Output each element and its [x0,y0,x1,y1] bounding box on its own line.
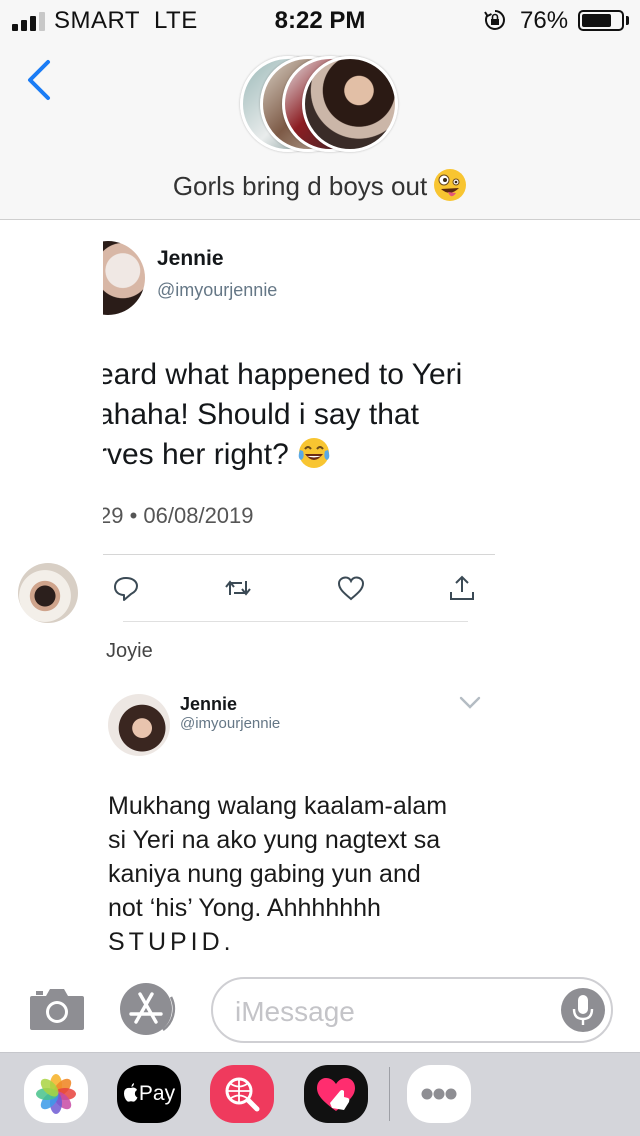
tweet-author-handle: @imyourjennie [157,280,278,300]
retweet-icon[interactable] [223,573,253,603]
chevron-down-icon[interactable] [459,696,481,710]
group-title[interactable]: Gorls bring d boys out [0,168,640,202]
photos-flower-icon [36,1074,76,1114]
more-apps-icon[interactable] [407,1065,471,1123]
battery-fill [582,14,611,27]
apple-pay-text: Pay [138,1082,176,1105]
tweet-bottom-divider [123,621,468,622]
heart-touch-icon [317,1078,355,1111]
message-input[interactable]: iMessage [211,977,613,1043]
apple-pay-label: Pay [117,1065,181,1123]
tweet-text-line: si Yeri na ako yung nagtext sa [108,826,441,854]
tweet-author-avatar [103,241,145,315]
ellipsis-icon [421,1088,457,1100]
group-avatar-stack[interactable] [240,56,400,156]
tweet-text-line: eard what happened to Yeri [103,358,463,391]
tweet-screenshot-image[interactable]: Jennie @imyourjennie eard what happened … [103,221,523,623]
camera-icon[interactable] [28,984,86,1032]
battery-tip [626,16,629,25]
digital-touch-app-icon[interactable] [304,1065,368,1123]
conversation-header: Gorls bring d boys out [0,40,640,220]
drawer-separator [389,1067,390,1121]
microphone-icon[interactable] [560,984,606,1036]
tweet-author-avatar [108,694,170,756]
zany-face-emoji [434,169,467,201]
tweet-text-line: Mukhang walang kaalam-alam [108,792,448,820]
message-sender-name: Joyie [106,640,153,662]
tweet-text-line: kaniya nung gabing yun and [108,860,421,888]
group-title-text: Gorls bring d boys out [172,171,428,201]
image-search-app-icon[interactable] [210,1065,274,1123]
globe-search-icon [225,1077,260,1112]
apple-logo-icon [123,1083,138,1102]
tweet-author-handle: @imyourjennie [180,715,281,732]
status-bar: SMART LTE 8:22 PM 76% [0,0,640,40]
app-drawer: Pay [0,1052,640,1136]
group-avatar [302,56,398,152]
tweet-text-line: not ‘his’ Yong. Ahhhhhhh [108,894,381,922]
apple-pay-app-icon[interactable]: Pay [117,1065,181,1123]
tweet-text-line: rves her right? [103,438,289,471]
sender-avatar[interactable] [18,563,78,623]
message-input-placeholder: iMessage [235,996,355,1027]
tweet-text: eard what happened to Yeri ahaha! Should… [103,355,462,475]
app-store-icon[interactable] [119,982,179,1036]
orientation-lock-icon [484,10,505,30]
tweet-author-name: Jennie [157,247,224,270]
tweet-text: Mukhang walang kaalam-alam si Yeri na ak… [108,789,498,959]
share-icon[interactable] [447,573,477,603]
tweet-text-line: ahaha! Should i say that [103,398,419,431]
reply-icon[interactable] [111,573,141,603]
battery-percent: 76% [520,7,569,34]
tweet-text-line: STUPID. [108,928,235,956]
tweet-divider [103,554,495,555]
tweet-screenshot-image[interactable]: Jennie @imyourjennie Mukhang walang kaal… [95,674,505,964]
like-icon[interactable] [336,573,366,603]
tears-of-joy-emoji [298,438,330,468]
tweet-author-name: Jennie [180,694,238,714]
photos-app-icon[interactable] [24,1065,88,1123]
tweet-timestamp: 29 • 06/08/2019 [103,503,254,528]
tweet-action-bar [103,573,493,609]
chevron-left-icon[interactable] [22,58,62,102]
battery-icon [578,10,624,31]
